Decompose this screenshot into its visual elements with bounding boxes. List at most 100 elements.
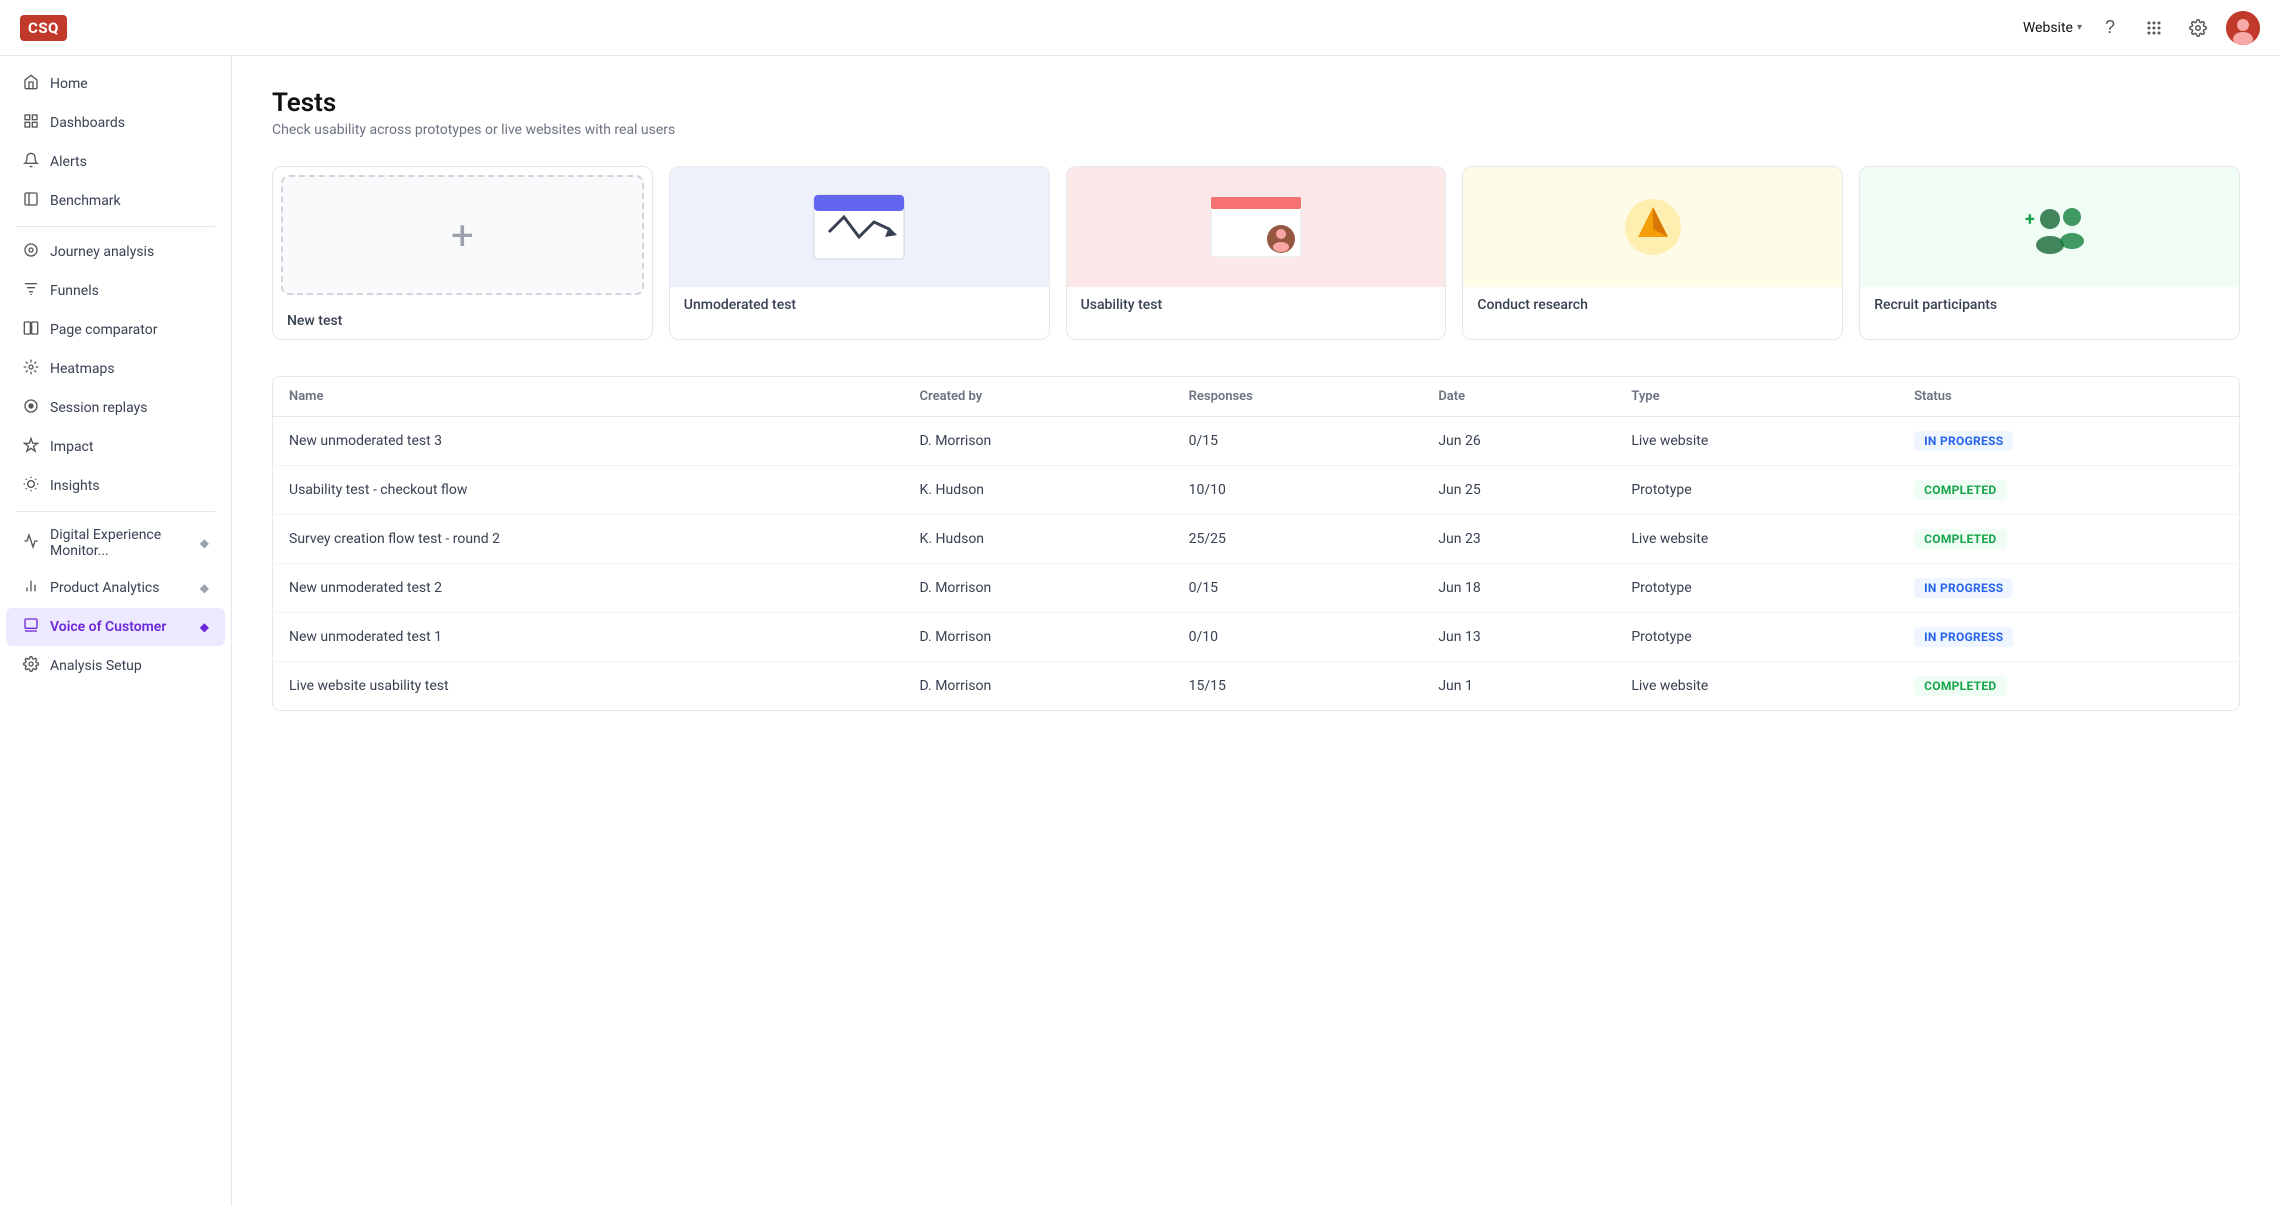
sidebar-funnels-label: Funnels [50, 283, 99, 299]
help-button[interactable]: ? [2094, 12, 2126, 44]
sidebar-item-funnels[interactable]: Funnels [6, 272, 225, 310]
sidebar-item-voice-of-customer[interactable]: Voice of Customer ◆ [6, 608, 225, 646]
digital-experience-icon [22, 533, 40, 553]
table-row[interactable]: Live website usability test D. Morrison … [273, 662, 2239, 711]
sidebar-item-insights[interactable]: Insights [6, 467, 225, 505]
sidebar-session-replays-label: Session replays [50, 400, 147, 416]
sidebar-divider-2 [16, 511, 215, 512]
usability-test-label: Usability test [1067, 287, 1446, 323]
heatmaps-icon [22, 359, 40, 379]
table-row[interactable]: New unmoderated test 2 D. Morrison 0/15 … [273, 564, 2239, 613]
content-area: Tests Check usability across prototypes … [232, 56, 2280, 1206]
diamond-badge-voc: ◆ [200, 620, 209, 634]
cell-created-by: K. Hudson [904, 466, 1173, 515]
home-icon [22, 74, 40, 94]
sidebar-item-session-replays[interactable]: Session replays [6, 389, 225, 427]
table-body: New unmoderated test 3 D. Morrison 0/15 … [273, 417, 2239, 711]
sidebar-item-page-comparator[interactable]: Page comparator [6, 311, 225, 349]
col-type: Type [1615, 377, 1898, 417]
help-icon: ? [2105, 17, 2115, 38]
col-created-by: Created by [904, 377, 1173, 417]
cell-type: Live website [1615, 515, 1898, 564]
status-badge: COMPLETED [1914, 480, 2006, 500]
gear-icon [2189, 19, 2207, 37]
col-status: Status [1898, 377, 2239, 417]
sidebar-item-dashboards[interactable]: Dashboards [6, 104, 225, 142]
sidebar-item-alerts[interactable]: Alerts [6, 143, 225, 181]
status-badge: IN PROGRESS [1914, 627, 2013, 647]
grid-menu-button[interactable] [2138, 12, 2170, 44]
svg-text:+: + [2025, 209, 2035, 230]
sidebar-voice-of-customer-label: Voice of Customer [50, 619, 166, 635]
sidebar-analysis-setup-label: Analysis Setup [50, 658, 142, 674]
cell-status: COMPLETED [1898, 662, 2239, 711]
sidebar-heatmaps-label: Heatmaps [50, 361, 115, 377]
sidebar-item-product-analytics[interactable]: Product Analytics ◆ [6, 569, 225, 607]
table-header-row: Name Created by Responses Date Type Stat… [273, 377, 2239, 417]
sidebar-page-comparator-label: Page comparator [50, 322, 157, 338]
dashboards-icon [22, 113, 40, 133]
recruit-visual: + [1860, 167, 2239, 287]
logo-area: CSQ [20, 15, 67, 41]
cell-created-by: D. Morrison [904, 417, 1173, 466]
cell-name: Live website usability test [273, 662, 904, 711]
plus-icon: + [451, 212, 474, 259]
cell-name: New unmoderated test 3 [273, 417, 904, 466]
cell-name: New unmoderated test 2 [273, 564, 904, 613]
cell-date: Jun 1 [1422, 662, 1615, 711]
table-header: Name Created by Responses Date Type Stat… [273, 377, 2239, 417]
journey-analysis-icon [22, 242, 40, 262]
sidebar-item-digital-experience[interactable]: Digital Experience Monitor... ◆ [6, 518, 225, 568]
cell-responses: 0/15 [1173, 417, 1423, 466]
user-avatar-image [2226, 11, 2260, 45]
logo: CSQ [20, 15, 67, 41]
unmoderated-illustration [799, 187, 919, 267]
cell-type: Prototype [1615, 564, 1898, 613]
research-illustration [1603, 187, 1703, 267]
sidebar-home-label: Home [50, 76, 88, 92]
unmoderated-test-label: Unmoderated test [670, 287, 1049, 323]
workspace-selector[interactable]: Website ▾ [2023, 20, 2082, 36]
settings-button[interactable] [2182, 12, 2214, 44]
status-badge: COMPLETED [1914, 676, 2006, 696]
avatar[interactable] [2226, 11, 2260, 45]
usability-visual [1067, 167, 1446, 287]
new-test-card[interactable]: + New test [272, 166, 653, 340]
sidebar-item-impact[interactable]: Impact [6, 428, 225, 466]
recruit-participants-card[interactable]: + Recruit participants [1859, 166, 2240, 340]
sidebar-item-home[interactable]: Home [6, 65, 225, 103]
sidebar-product-analytics-label: Product Analytics [50, 580, 159, 596]
unmoderated-visual [670, 167, 1049, 287]
cell-name: Survey creation flow test - round 2 [273, 515, 904, 564]
tests-table: Name Created by Responses Date Type Stat… [272, 376, 2240, 711]
table-row[interactable]: New unmoderated test 3 D. Morrison 0/15 … [273, 417, 2239, 466]
sidebar-item-journey-analysis[interactable]: Journey analysis [6, 233, 225, 271]
insights-icon [22, 476, 40, 496]
grid-icon [2145, 19, 2163, 37]
sidebar-item-benchmark[interactable]: Benchmark [6, 182, 225, 220]
cell-created-by: D. Morrison [904, 613, 1173, 662]
sidebar-impact-label: Impact [50, 439, 93, 455]
alerts-icon [22, 152, 40, 172]
conduct-research-card[interactable]: Conduct research [1462, 166, 1843, 340]
research-visual [1463, 167, 1842, 287]
table-row[interactable]: Survey creation flow test - round 2 K. H… [273, 515, 2239, 564]
cell-type: Prototype [1615, 613, 1898, 662]
cell-status: IN PROGRESS [1898, 564, 2239, 613]
voice-of-customer-icon [22, 617, 40, 637]
sidebar-item-analysis-setup[interactable]: Analysis Setup [6, 647, 225, 685]
analysis-setup-icon [22, 656, 40, 676]
sidebar-item-heatmaps[interactable]: Heatmaps [6, 350, 225, 388]
usability-test-card[interactable]: Usability test [1066, 166, 1447, 340]
cell-responses: 15/15 [1173, 662, 1423, 711]
status-badge: IN PROGRESS [1914, 578, 2013, 598]
topnav-right: Website ▾ ? [2023, 11, 2260, 45]
table-row[interactable]: Usability test - checkout flow K. Hudson… [273, 466, 2239, 515]
product-analytics-icon [22, 578, 40, 598]
col-responses: Responses [1173, 377, 1423, 417]
main-layout: Home Dashboards Alerts Benchmark J [0, 56, 2280, 1206]
page-subtitle: Check usability across prototypes or liv… [272, 122, 2240, 138]
unmoderated-test-card[interactable]: Unmoderated test [669, 166, 1050, 340]
table-row[interactable]: New unmoderated test 1 D. Morrison 0/10 … [273, 613, 2239, 662]
recruit-participants-label: Recruit participants [1860, 287, 2239, 323]
